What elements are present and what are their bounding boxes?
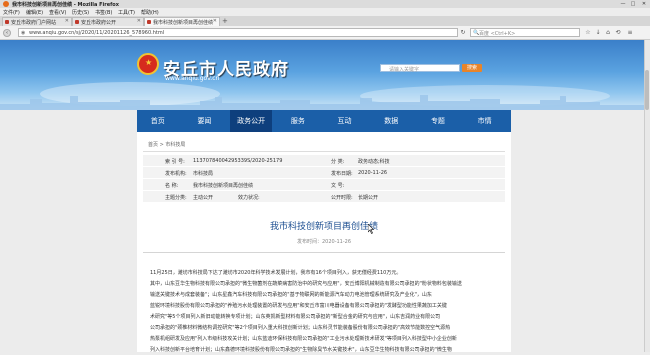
close-tab-icon[interactable]: ✕ [65,18,69,24]
article-paragraph: 术研究"等5个项目列入新旧动能转换专项计划；山东英凯新型材料有限公司承担的"新型… [150,314,441,320]
menu-history[interactable]: 历史(S) [72,9,89,16]
menu-help[interactable]: 帮助(H) [141,9,159,16]
main-navigation: 首页 要闻 政务公开 服务 互动 数据 专题 市情 [137,110,511,132]
meta-value: 长期公开 [358,195,379,201]
meta-label: 发布机构: [165,171,187,177]
nav-gov-open[interactable]: 政务公开 [230,110,272,132]
divider [143,252,505,253]
maximize-button[interactable]: □ [628,0,638,8]
home-icon[interactable]: ⌂ [604,29,612,37]
meta-value: 我市科技创新项目再创佳绩 [193,183,254,189]
nav-city-info[interactable]: 市情 [464,110,506,132]
article-paragraph: 列入科技创新平台培育计划；山东鑫德环境科技股份有限公司承担的"生物除臭节水关键技… [150,347,452,353]
close-window-button[interactable]: ✕ [639,0,649,8]
menu-bookmarks[interactable]: 书签(B) [95,9,112,16]
search-placeholder: 百度 <Ctrl+K> [479,31,516,37]
meta-value: 主动公开 [193,195,214,201]
national-emblem-logo: ★ [137,53,159,75]
meta-label: 分 类: [331,159,345,165]
nav-news[interactable]: 要闻 [184,110,226,132]
menu-bar: 文件(F) 编辑(E) 查看(V) 历史(S) 书签(B) 工具(T) 帮助(H… [0,8,650,16]
metadata-row: 主题分类: 主动公开 效力状况: 公开时限: 长期公开 [143,191,505,203]
meta-label: 文 号: [331,183,345,189]
favicon-icon [147,20,151,24]
url-bar[interactable]: ◉ www.anqiu.gov.cn/sj/2020/11/20201126_5… [18,28,458,37]
article-paragraph: 其中，山东豆华生物科技有限公司承担的"微生物菌剂在蔬菜病害防治中的研究与应用"，… [150,281,462,287]
favicon-icon [5,20,9,24]
site-url: www.anqiu.gov.cn [165,75,220,82]
bookmark-star-icon[interactable]: ☆ [584,29,592,37]
metadata-row: 名 称: 我市科技创新项目再创佳绩 文 号: [143,179,505,191]
metadata-row: 索 引 号: 11370784004295339S/2020-25179 分 类… [143,155,505,167]
meta-label: 发布日期: [331,171,353,177]
menu-view[interactable]: 查看(V) [49,9,66,16]
nav-data[interactable]: 数据 [371,110,413,132]
download-icon[interactable]: ↓ [594,29,602,37]
tab-bar: 安丘市政府门户网站 ✕ 安丘市政府公开 ✕ 我市科技创新项目再创佳绩 ✕ [0,16,650,26]
scrollbar-thumb[interactable] [645,70,649,110]
menu-tools[interactable]: 工具(T) [118,9,135,16]
meta-value: 政务动态;科技 [358,159,390,165]
article-paragraph: 热泵机组研发及应用"列入市级科技攻关计划；山东蓝迪环保科技有限公司承担的"工业污… [150,336,457,342]
article-paragraph: 蓝锐环境科技股份有限公司承担的"养殖污水处理装置的研发与应用"和安丘市富川电器设… [150,303,447,309]
menu-file[interactable]: 文件(F) [3,9,20,16]
back-icon[interactable]: ‹ [3,29,11,37]
firefox-icon [3,1,9,7]
hamburger-menu-icon[interactable]: ≡ [626,29,634,37]
metadata-row: 发布机构: 市科技局 发布日期: 2020-11-26 [143,167,505,179]
nav-service[interactable]: 服务 [277,110,319,132]
meta-label: 名 称: [165,183,179,189]
article-paragraph: 输送关键技术与成套装备"；山东星鑫汽车科技有限公司承担的"基于物联网的新能源汽车… [150,292,432,298]
reload-icon[interactable]: ↻ [459,29,467,37]
city-skyline-graphic [0,95,644,110]
publish-date: 发布时间：2020-11-26 [296,239,352,245]
browser-search-input[interactable]: 🔍 百度 <Ctrl+K> [470,28,580,37]
mouse-cursor-icon [368,224,374,234]
meta-value: 11370784004295339S/2020-25179 [193,158,283,164]
tab-label: 安丘市政府门户网站 [11,20,57,26]
nav-home[interactable]: 首页 [137,110,179,132]
meta-label: 公开时限: [331,195,353,201]
tab-label: 我市科技创新项目再创佳绩 [153,20,213,26]
favicon-icon [75,20,79,24]
divider [143,151,505,152]
new-tab-icon[interactable]: + [222,17,230,25]
article-title: 我市科技创新项目再创佳绩 [269,222,378,232]
close-tab-icon[interactable]: ✕ [213,18,217,24]
article-paragraph: 公司承担的"颈椎材料微结构调控研究"等2个项目列入重大科技创新计划；山东科灵节能… [150,325,451,331]
meta-label: 效力状况: [238,195,260,201]
globe-icon: ◉ [21,30,26,36]
tab-portal[interactable]: 安丘市政府门户网站 ✕ [2,17,72,26]
article-paragraph: 11月25日，潍坊市科技局下达了潍坊市2020年科学技术发展计划，我市有16个项… [150,270,402,276]
tab-article[interactable]: 我市科技创新项目再创佳绩 ✕ [144,17,220,26]
tab-gov-open[interactable]: 安丘市政府公开 ✕ [72,17,144,26]
window-titlebar: 我市科技创新项目再创佳绩 - Mozilla Firefox — □ ✕ [0,0,650,8]
meta-value: 2020-11-26 [358,170,388,176]
sync-icon[interactable]: ⟲ [614,29,622,37]
site-search-input[interactable]: 请输入关键字 [380,64,460,73]
meta-value: 市科技局 [193,171,214,177]
tab-label: 安丘市政府公开 [81,20,117,26]
site-search-placeholder: 请输入关键字 [389,67,420,73]
breadcrumb[interactable]: 首页 > 市科技局 [148,141,185,148]
menu-edit[interactable]: 编辑(E) [26,9,43,16]
window-title: 我市科技创新项目再创佳绩 - Mozilla Firefox [12,2,119,8]
minimize-button[interactable]: — [618,0,628,8]
url-text: www.anqiu.gov.cn/sj/2020/11/20201126_578… [29,30,165,36]
meta-label: 主题分类: [165,195,187,201]
site-search-button[interactable]: 搜索 [462,64,482,72]
nav-interact[interactable]: 互动 [324,110,366,132]
nav-topics[interactable]: 专题 [417,110,459,132]
meta-label: 索 引 号: [165,159,185,165]
close-tab-icon[interactable]: ✕ [137,18,141,24]
